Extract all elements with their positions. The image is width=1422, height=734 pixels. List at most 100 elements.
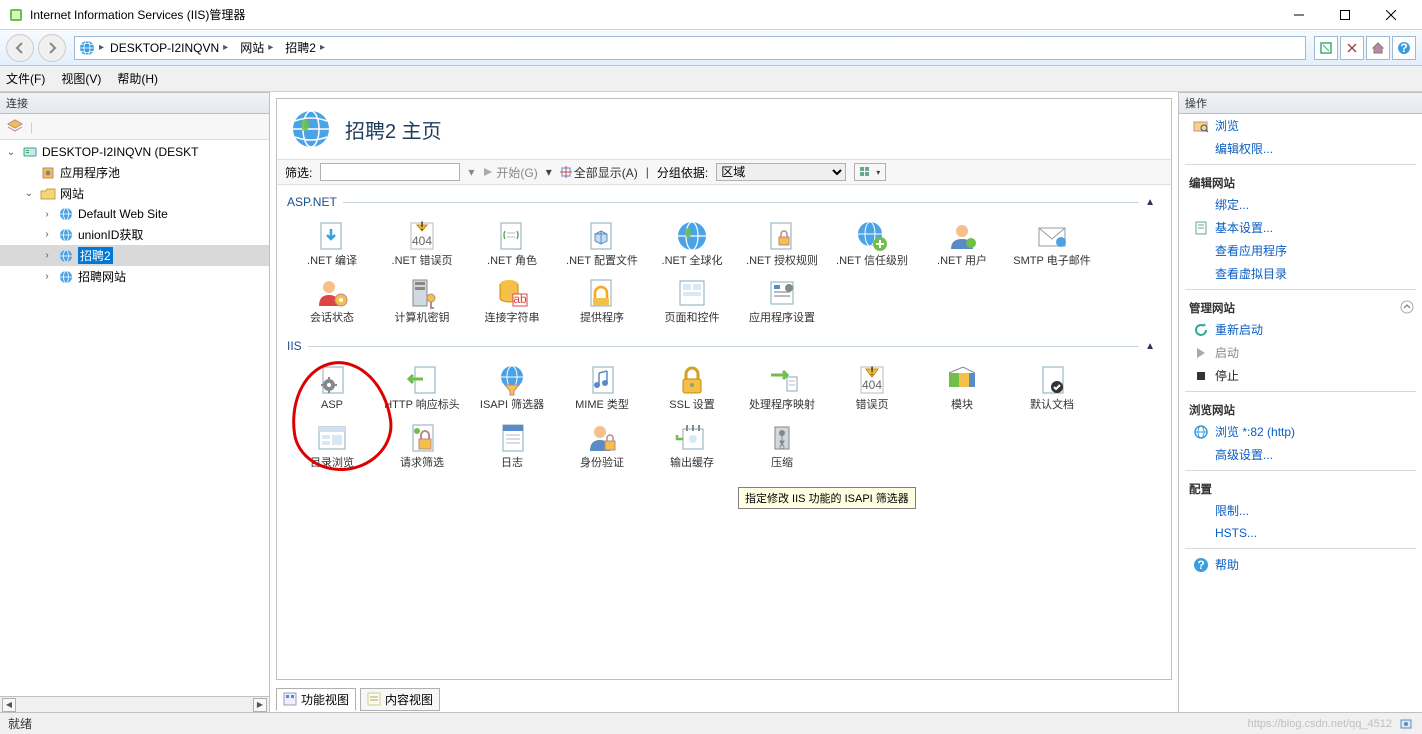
collapse-section-button[interactable] (1400, 300, 1414, 314)
feature-iis-11[interactable]: 日志 (467, 417, 557, 474)
page-title: 招聘2 主页 (345, 115, 442, 144)
feature-label: 处理程序映射 (749, 399, 815, 412)
tree-toggle-icon[interactable]: ⌄ (4, 147, 18, 158)
feature-aspnet-14[interactable]: 应用程序设置 (737, 272, 827, 329)
feature-aspnet-5[interactable]: .NET 授权规则 (737, 215, 827, 272)
filter-input[interactable] (320, 163, 460, 181)
nav-forward-button[interactable] (38, 34, 66, 62)
tree-node-label: Default Web Site (78, 207, 168, 221)
action-restart[interactable]: 重新启动 (1179, 318, 1422, 341)
feature-aspnet-11[interactable]: ab连接字符串 (467, 272, 557, 329)
feature-aspnet-12[interactable]: 提供程序 (557, 272, 647, 329)
folder-search-icon (1193, 118, 1209, 134)
config-level-icon[interactable] (1398, 716, 1414, 732)
tab-features-view[interactable]: 功能视图 (276, 688, 356, 711)
tab-content-view[interactable]: 内容视图 (360, 688, 440, 711)
feature-iis-13[interactable]: 输出缓存 (647, 417, 737, 474)
action-advanced-settings[interactable]: 高级设置... (1179, 443, 1422, 466)
chevron-up-icon[interactable]: ▲ (1145, 197, 1161, 208)
feature-aspnet-2[interactable]: .NET 角色 (467, 215, 557, 272)
action-stop[interactable]: 停止 (1179, 364, 1422, 387)
tree-node-app-pools[interactable]: 应用程序池 (0, 162, 269, 183)
feature-aspnet-13[interactable]: 页面和控件 (647, 272, 737, 329)
section-manage-site: 管理网站 (1179, 294, 1422, 318)
action-explore[interactable]: 浏览 (1179, 114, 1422, 137)
window-maximize-button[interactable] (1322, 0, 1368, 30)
action-hsts[interactable]: HSTS... (1179, 522, 1422, 544)
feature-iis-10[interactable]: 请求筛选 (377, 417, 467, 474)
feature-iis-6[interactable]: !404错误页 (827, 359, 917, 416)
nav-stop-button[interactable] (1340, 36, 1364, 60)
nav-back-button[interactable] (6, 34, 34, 62)
tree-node-sites[interactable]: ⌄网站 (0, 183, 269, 204)
feature-label: 身份验证 (580, 457, 624, 470)
menu-view[interactable]: 视图(V) (61, 70, 101, 87)
feature-iis-5[interactable]: 处理程序映射 (737, 359, 827, 416)
chevron-up-icon[interactable]: ▲ (1145, 341, 1161, 352)
feature-aspnet-6[interactable]: .NET 信任级别 (827, 215, 917, 272)
feature-iis-2[interactable]: ISAPI 筛选器 (467, 359, 557, 416)
feature-iis-4[interactable]: SSL 设置 (647, 359, 737, 416)
breadcrumb-item-server[interactable]: DESKTOP-I2INQVN ▸ (104, 41, 234, 55)
feature-icon: !404 (405, 219, 439, 253)
tree-node-site-1[interactable]: ›unionID获取 (0, 224, 269, 245)
feature-iis-7[interactable]: 模块 (917, 359, 1007, 416)
tree-toggle-icon[interactable]: › (40, 229, 54, 240)
view-mode-toggle[interactable]: ▾ (854, 163, 886, 181)
nav-refresh-button[interactable] (1314, 36, 1338, 60)
tree-toggle-icon[interactable]: › (40, 250, 54, 261)
filter-go-button[interactable]: 开始(G) (482, 164, 537, 181)
feature-aspnet-7[interactable]: .NET 用户 (917, 215, 1007, 272)
action-edit-permissions[interactable]: 编辑权限... (1179, 137, 1422, 160)
group-header-iis: IIS▲ (287, 339, 1161, 353)
feature-icon (585, 276, 619, 310)
action-help[interactable]: ?帮助 (1179, 553, 1422, 576)
tree-node-server[interactable]: ⌄DESKTOP-I2INQVN (DESKT (0, 142, 269, 162)
feature-aspnet-3[interactable]: .NET 配置文件 (557, 215, 647, 272)
feature-label: 请求筛选 (400, 457, 444, 470)
action-basic-settings[interactable]: 基本设置... (1179, 216, 1422, 239)
feature-iis-3[interactable]: MIME 类型 (557, 359, 647, 416)
feature-aspnet-10[interactable]: 计算机密钥 (377, 272, 467, 329)
window-close-button[interactable] (1368, 0, 1414, 30)
menu-file[interactable]: 文件(F) (6, 70, 45, 87)
feature-aspnet-9[interactable]: 会话状态 (287, 272, 377, 329)
feature-icon (675, 219, 709, 253)
show-all-button[interactable]: 全部显示(A) (560, 164, 638, 181)
tree-toggle-icon[interactable]: › (40, 209, 54, 220)
feature-iis-14[interactable]: 压缩 (737, 417, 827, 474)
breadcrumb-item-current[interactable]: 招聘2 ▸ (279, 39, 331, 56)
connections-tree[interactable]: ⌄DESKTOP-I2INQVN (DESKT应用程序池⌄网站 › Default … (0, 140, 269, 696)
feature-aspnet-4[interactable]: .NET 全球化 (647, 215, 737, 272)
tree-toggle-icon[interactable]: › (40, 271, 54, 282)
save-connections-button[interactable] (37, 116, 59, 138)
feature-iis-1[interactable]: HTTP 响应标头 (377, 359, 467, 416)
feature-iis-8[interactable]: 默认文档 (1007, 359, 1097, 416)
tree-node-site-2[interactable]: ›招聘2 (0, 245, 269, 266)
action-browse-http[interactable]: 浏览 *:82 (http) (1179, 420, 1422, 443)
tree-toggle-icon[interactable]: ⌄ (22, 188, 36, 199)
feature-aspnet-8[interactable]: SMTP 电子邮件 (1007, 215, 1097, 272)
breadcrumb-bar[interactable]: ▸ DESKTOP-I2INQVN ▸ 网站 ▸ 招聘2 ▸ (74, 36, 1306, 60)
breadcrumb-item-sites[interactable]: 网站 ▸ (234, 39, 279, 56)
action-view-vdirs[interactable]: 查看虚拟目录 (1179, 262, 1422, 285)
feature-aspnet-1[interactable]: !404.NET 错误页 (377, 215, 467, 272)
feature-aspnet-0[interactable]: .NET 编译 (287, 215, 377, 272)
action-limits[interactable]: 限制... (1179, 499, 1422, 522)
window-minimize-button[interactable] (1276, 0, 1322, 30)
feature-iis-12[interactable]: 身份验证 (557, 417, 647, 474)
menu-help[interactable]: 帮助(H) (117, 70, 158, 87)
horizontal-scrollbar[interactable]: ◀▶ (0, 696, 269, 712)
filter-label: 筛选: (285, 164, 312, 181)
action-view-applications[interactable]: 查看应用程序 (1179, 239, 1422, 262)
nav-home-button[interactable] (1366, 36, 1390, 60)
feature-iis-0[interactable]: ASP (287, 359, 377, 416)
tree-node-icon (40, 165, 56, 181)
action-bindings[interactable]: 绑定... (1179, 193, 1422, 216)
group-by-select[interactable]: 区域 (716, 163, 846, 181)
tree-node-site-0[interactable]: › Default Web Site (0, 204, 269, 224)
nav-help-button[interactable]: ? (1392, 36, 1416, 60)
feature-iis-9[interactable]: 目录浏览 (287, 417, 377, 474)
tree-node-site-3[interactable]: ›招聘网站 (0, 266, 269, 287)
connect-server-button[interactable] (4, 116, 26, 138)
